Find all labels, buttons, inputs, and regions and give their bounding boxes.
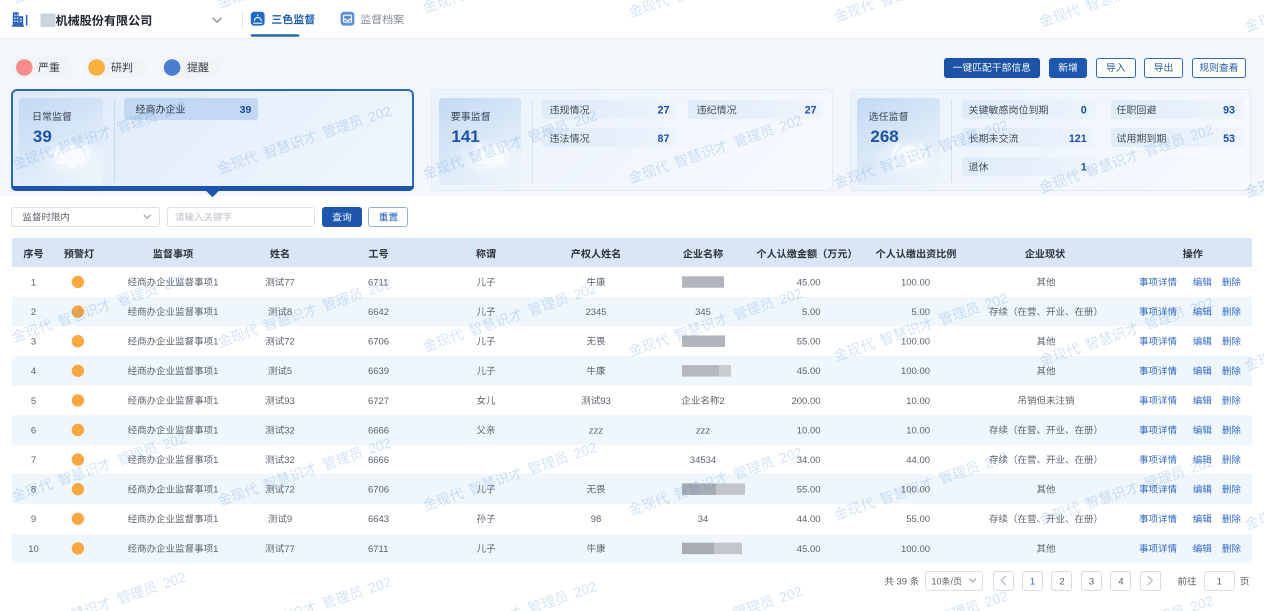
svg-text:93: 93 bbox=[600, 396, 611, 407]
svg-text:2: 2 bbox=[31, 307, 36, 318]
svg-text:9: 9 bbox=[31, 514, 36, 525]
svg-text:1: 1 bbox=[213, 337, 218, 348]
svg-text:1: 1 bbox=[213, 455, 218, 466]
svg-text:7: 7 bbox=[31, 455, 36, 466]
svg-text:34: 34 bbox=[698, 514, 709, 525]
svg-text:100.00: 100.00 bbox=[901, 366, 930, 377]
svg-text:3: 3 bbox=[31, 337, 36, 348]
svg-text:6706: 6706 bbox=[368, 485, 389, 496]
svg-text:9: 9 bbox=[287, 514, 292, 525]
svg-text:53: 53 bbox=[1223, 133, 1235, 145]
svg-text:10.00: 10.00 bbox=[906, 425, 930, 436]
svg-text:100.00: 100.00 bbox=[901, 277, 930, 288]
svg-text:6: 6 bbox=[31, 425, 36, 436]
svg-text:zzz: zzz bbox=[696, 425, 711, 436]
svg-text:1: 1 bbox=[1217, 577, 1222, 588]
svg-text:1: 1 bbox=[213, 396, 218, 407]
svg-text:6727: 6727 bbox=[368, 396, 389, 407]
svg-text:27: 27 bbox=[658, 105, 670, 117]
svg-text:45.00: 45.00 bbox=[797, 544, 821, 555]
svg-text:2: 2 bbox=[1059, 577, 1064, 588]
svg-text:6643: 6643 bbox=[368, 514, 389, 525]
svg-text:100.00: 100.00 bbox=[901, 337, 930, 348]
svg-text:87: 87 bbox=[658, 133, 670, 145]
svg-text:1: 1 bbox=[213, 544, 218, 555]
svg-text:10: 10 bbox=[28, 544, 39, 555]
svg-text:39: 39 bbox=[240, 104, 252, 116]
svg-text:45.00: 45.00 bbox=[797, 366, 821, 377]
svg-text:5: 5 bbox=[287, 366, 292, 377]
svg-text:98: 98 bbox=[591, 514, 602, 525]
svg-text:100.00: 100.00 bbox=[901, 485, 930, 496]
svg-text:121: 121 bbox=[1069, 133, 1087, 145]
svg-text:72: 72 bbox=[284, 485, 295, 496]
svg-text:1: 1 bbox=[213, 307, 218, 318]
svg-text:4: 4 bbox=[31, 366, 36, 377]
svg-text:1: 1 bbox=[31, 277, 36, 288]
svg-text:32: 32 bbox=[284, 425, 295, 436]
svg-text:6639: 6639 bbox=[368, 366, 389, 377]
svg-text:55.00: 55.00 bbox=[797, 485, 821, 496]
svg-text:1: 1 bbox=[213, 366, 218, 377]
svg-text:77: 77 bbox=[284, 277, 295, 288]
svg-text:10.00: 10.00 bbox=[797, 425, 821, 436]
svg-text:32: 32 bbox=[284, 455, 295, 466]
svg-text:0: 0 bbox=[1081, 105, 1087, 117]
svg-text:/: / bbox=[951, 577, 954, 587]
svg-text:55.00: 55.00 bbox=[906, 514, 930, 525]
svg-text:10.00: 10.00 bbox=[906, 396, 930, 407]
svg-text:1: 1 bbox=[1030, 577, 1035, 588]
svg-text:1: 1 bbox=[213, 514, 218, 525]
svg-text:5: 5 bbox=[31, 396, 36, 407]
svg-text:93: 93 bbox=[284, 396, 295, 407]
svg-text:44.00: 44.00 bbox=[797, 514, 821, 525]
svg-text:34534: 34534 bbox=[690, 455, 716, 466]
svg-text:1: 1 bbox=[213, 485, 218, 496]
svg-text:6706: 6706 bbox=[368, 337, 389, 348]
svg-text:100.00: 100.00 bbox=[901, 544, 930, 555]
svg-text:4: 4 bbox=[1118, 577, 1123, 588]
svg-text:10: 10 bbox=[932, 577, 942, 587]
svg-text:2: 2 bbox=[719, 396, 724, 407]
svg-text:39: 39 bbox=[897, 577, 908, 588]
svg-text:44.00: 44.00 bbox=[906, 455, 930, 466]
svg-text:1: 1 bbox=[213, 425, 218, 436]
svg-text:77: 77 bbox=[284, 544, 295, 555]
svg-text:45.00: 45.00 bbox=[797, 277, 821, 288]
svg-text:1: 1 bbox=[213, 277, 218, 288]
svg-text:200.00: 200.00 bbox=[791, 396, 820, 407]
svg-text:27: 27 bbox=[805, 105, 817, 117]
svg-text:345: 345 bbox=[695, 307, 711, 318]
svg-text:6642: 6642 bbox=[368, 307, 389, 318]
svg-text:8: 8 bbox=[287, 307, 292, 318]
svg-text:5.00: 5.00 bbox=[912, 307, 931, 318]
svg-text:6711: 6711 bbox=[368, 544, 388, 555]
svg-text:55.00: 55.00 bbox=[797, 337, 821, 348]
svg-text:5.00: 5.00 bbox=[802, 307, 821, 318]
svg-text:2345: 2345 bbox=[585, 307, 606, 318]
svg-text:zzz: zzz bbox=[589, 425, 604, 436]
svg-text:72: 72 bbox=[284, 337, 295, 348]
svg-text:93: 93 bbox=[1223, 105, 1235, 117]
svg-text:3: 3 bbox=[1089, 577, 1094, 588]
